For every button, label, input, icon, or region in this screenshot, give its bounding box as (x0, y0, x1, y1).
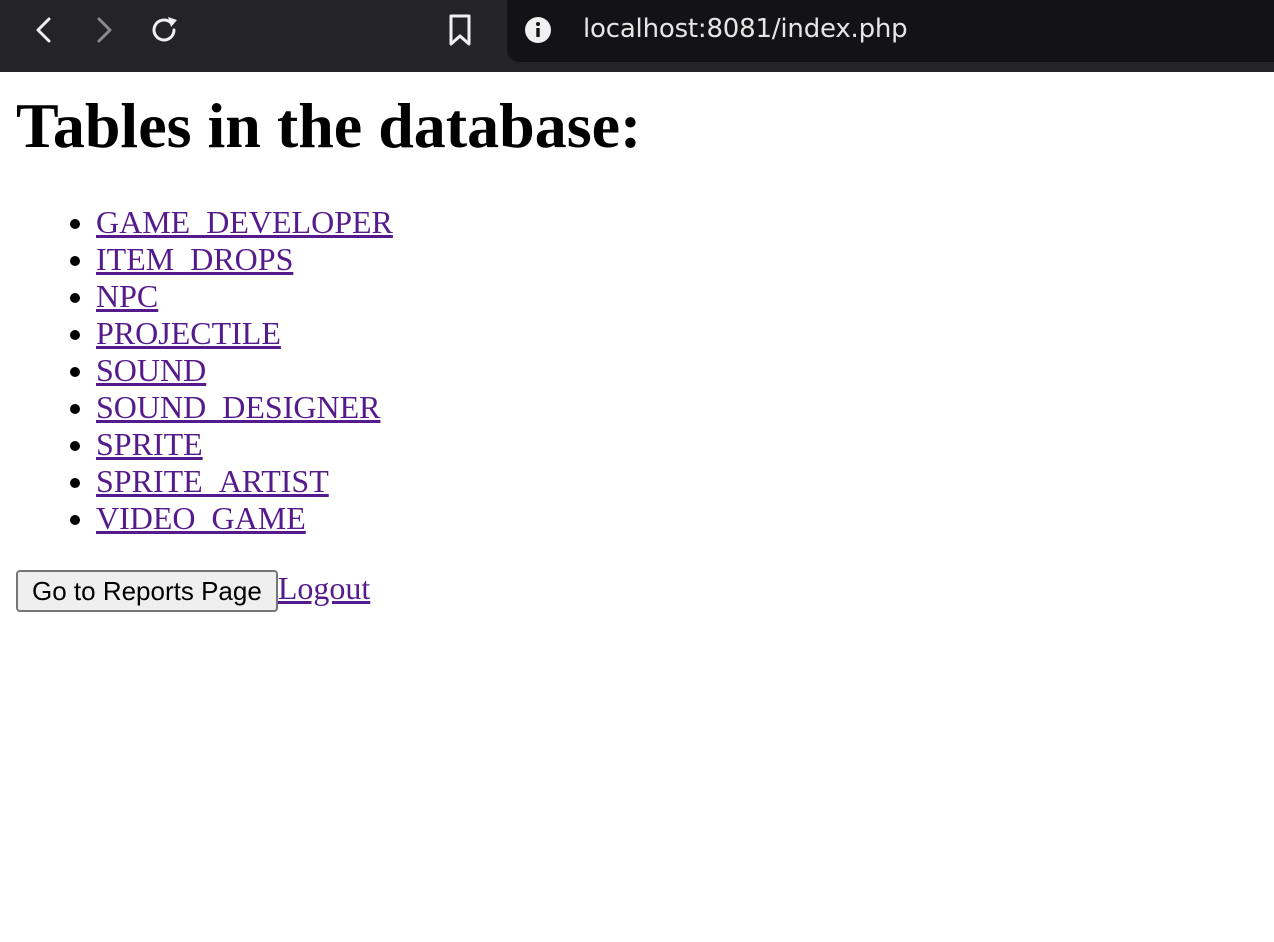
table-link-sprite[interactable]: SPRITE (96, 426, 203, 462)
table-link-sound-designer[interactable]: SOUND_DESIGNER (96, 389, 380, 425)
reload-icon (152, 17, 177, 42)
browser-toolbar: localhost:8081/index.php (0, 0, 1274, 72)
bookmark-icon (449, 14, 471, 46)
back-button[interactable] (24, 10, 64, 50)
list-item: PROJECTILE (96, 315, 393, 352)
page-title: Tables in the database: (16, 90, 642, 161)
list-item: SPRITE (96, 426, 393, 463)
url-text[interactable]: localhost:8081/index.php (583, 14, 908, 44)
list-item: SPRITE_ARTIST (96, 463, 393, 500)
list-item: ITEM_DROPS (96, 241, 393, 278)
table-list: GAME_DEVELOPER ITEM_DROPS NPC PROJECTILE… (0, 204, 393, 537)
page-content: Tables in the database: GAME_DEVELOPER I… (0, 72, 1274, 942)
forward-arrow-icon (97, 17, 112, 43)
table-link-projectile[interactable]: PROJECTILE (96, 315, 281, 351)
list-item: GAME_DEVELOPER (96, 204, 393, 241)
address-bar[interactable]: localhost:8081/index.php (507, 0, 1274, 62)
table-link-sprite-artist[interactable]: SPRITE_ARTIST (96, 463, 329, 499)
logout-link[interactable]: Logout (278, 570, 370, 606)
back-arrow-icon (36, 17, 51, 43)
table-link-video-game[interactable]: VIDEO_GAME (96, 500, 306, 536)
bookmark-button[interactable] (440, 10, 480, 50)
page-actions: Go to Reports Page Logout (16, 570, 370, 612)
list-item: VIDEO_GAME (96, 500, 393, 537)
reports-page-button[interactable]: Go to Reports Page (16, 570, 278, 612)
info-icon[interactable] (524, 16, 552, 44)
reload-button[interactable] (144, 10, 184, 50)
table-link-sound[interactable]: SOUND (96, 352, 206, 388)
forward-button[interactable] (84, 10, 124, 50)
list-item: SOUND_DESIGNER (96, 389, 393, 426)
table-link-game-developer[interactable]: GAME_DEVELOPER (96, 204, 393, 240)
list-item: SOUND (96, 352, 393, 389)
table-link-item-drops[interactable]: ITEM_DROPS (96, 241, 293, 277)
list-item: NPC (96, 278, 393, 315)
table-link-npc[interactable]: NPC (96, 278, 158, 314)
